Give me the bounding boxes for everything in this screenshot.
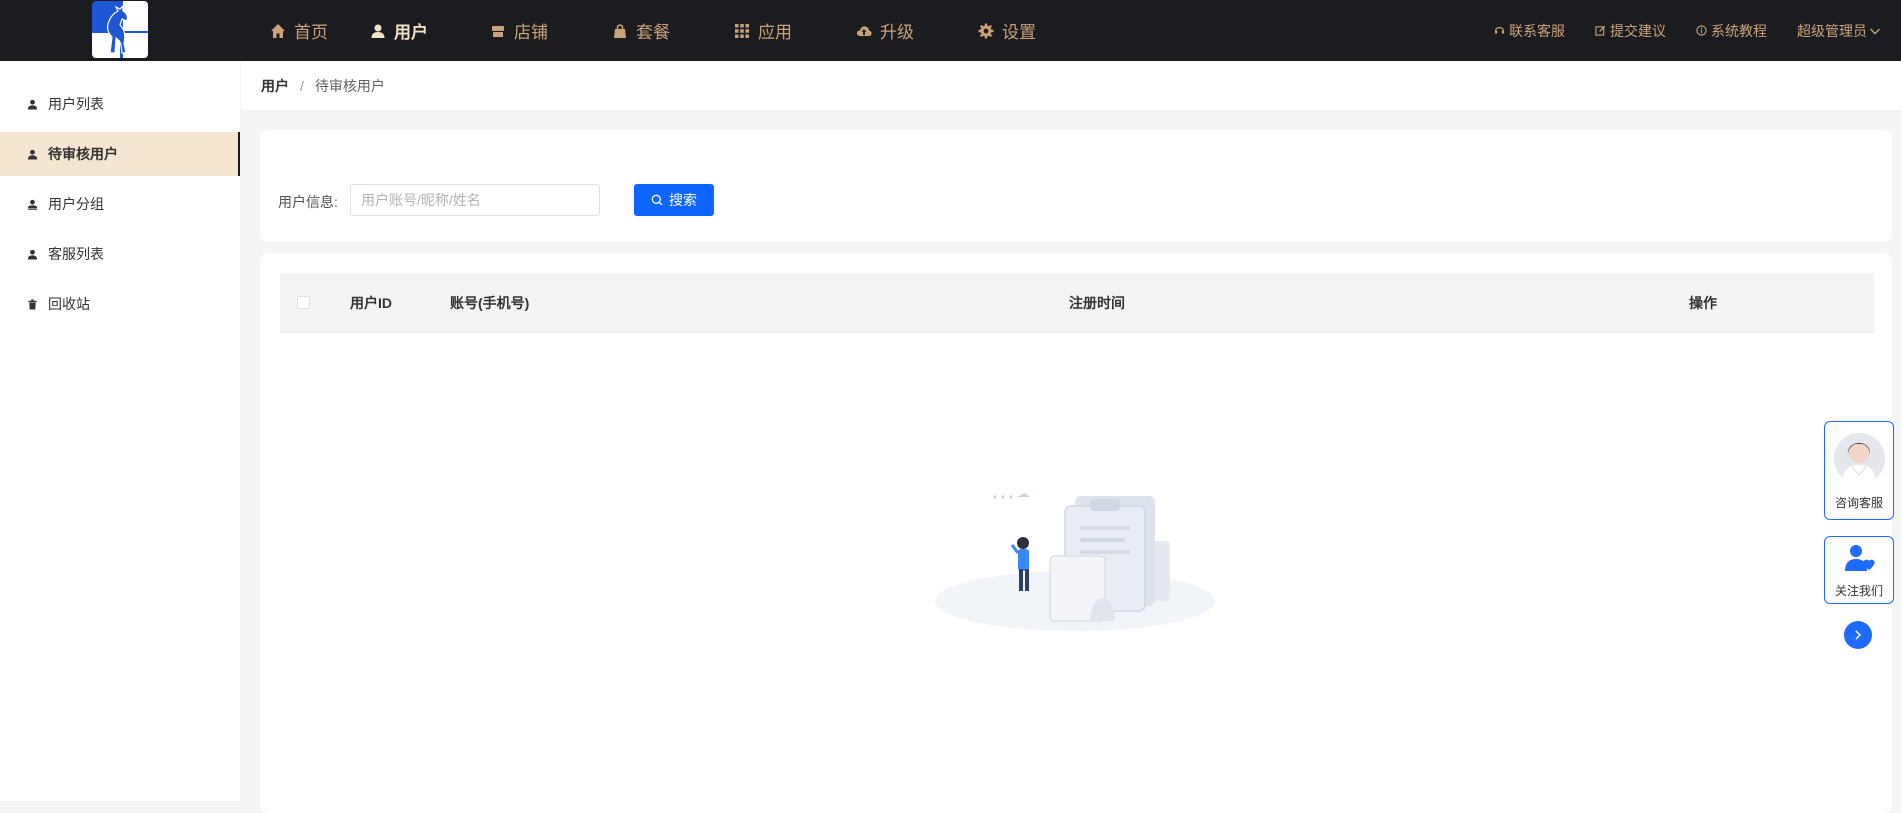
breadcrumb-parent[interactable]: 用户 xyxy=(261,76,289,96)
sidebar-item-user-groups[interactable]: 用户分组 xyxy=(0,182,240,226)
sidebar: 用户列表 待审核用户 用户分组 客服列表 回收站 xyxy=(0,61,240,801)
column-header-account[interactable]: 账号(手机号) xyxy=(450,293,529,313)
main-nav: 首页 用户 店铺 套餐 应用 升级 设置 xyxy=(270,0,1100,61)
consult-support-widget[interactable]: 咨询客服 xyxy=(1824,421,1894,520)
column-header-register-time[interactable]: 注册时间 xyxy=(1069,293,1125,313)
grid-icon xyxy=(735,23,749,38)
logo[interactable] xyxy=(92,1,148,58)
user-icon xyxy=(27,99,38,110)
nav-package[interactable]: 套餐 xyxy=(612,0,734,61)
follow-us-widget[interactable]: 关注我们 xyxy=(1824,536,1894,604)
sidebar-item-user-list[interactable]: 用户列表 xyxy=(0,82,240,126)
chevron-right-icon xyxy=(1855,630,1862,640)
breadcrumb-current: 待审核用户 xyxy=(314,77,385,94)
support-avatar-image xyxy=(1834,433,1885,484)
contact-support-link[interactable]: 联系客服 xyxy=(1494,21,1565,41)
nav-upgrade[interactable]: 升级 xyxy=(856,0,978,61)
user-info-label: 用户信息: xyxy=(278,194,338,210)
sidebar-item-recycle-bin[interactable]: 回收站 xyxy=(0,282,240,326)
nav-apps[interactable]: 应用 xyxy=(734,0,856,61)
nav-upgrade-label: 升级 xyxy=(880,23,914,42)
user-icon xyxy=(27,249,38,260)
nav-apps-label: 应用 xyxy=(758,23,792,42)
nav-home[interactable]: 首页 xyxy=(270,0,370,61)
contact-support-label: 联系客服 xyxy=(1509,22,1565,39)
sidebar-item-label: 待审核用户 xyxy=(48,146,118,162)
sidebar-item-label: 用户分组 xyxy=(48,196,104,212)
nav-users[interactable]: 用户 xyxy=(370,0,490,61)
top-navbar: 首页 用户 店铺 套餐 应用 升级 设置 联系客服 提交建议 系统教程 超级管理… xyxy=(0,0,1901,61)
nav-settings-label: 设置 xyxy=(1002,23,1036,42)
cloud-upload-icon xyxy=(856,25,872,36)
headset-icon xyxy=(1494,27,1505,34)
column-header-user-id[interactable]: 用户ID xyxy=(350,293,392,313)
info-icon xyxy=(1696,25,1707,36)
header-right-links: 联系客服 提交建议 系统教程 超级管理员 xyxy=(1464,0,1881,61)
follow-users-icon xyxy=(1845,545,1875,571)
bag-icon xyxy=(614,23,626,38)
search-button[interactable]: 搜索 xyxy=(634,184,714,216)
collapse-widgets-button[interactable] xyxy=(1844,621,1872,649)
edit-icon xyxy=(1595,25,1606,36)
system-tutorial-link[interactable]: 系统教程 xyxy=(1696,21,1767,41)
admin-label: 超级管理员 xyxy=(1797,22,1867,39)
empty-state-illustration xyxy=(935,493,1215,631)
sidebar-item-label: 回收站 xyxy=(48,296,90,312)
follow-us-label: 关注我们 xyxy=(1834,584,1883,598)
nav-shop-label: 店铺 xyxy=(514,23,548,42)
consult-support-label: 咨询客服 xyxy=(1834,496,1883,510)
breadcrumb: 用户 / 待审核用户 xyxy=(241,61,1901,111)
sidebar-item-pending-users[interactable]: 待审核用户 xyxy=(0,132,240,176)
table-header: 用户ID 账号(手机号) 注册时间 操作 xyxy=(280,273,1874,333)
nav-home-label: 首页 xyxy=(294,23,328,42)
admin-dropdown[interactable]: 超级管理员 xyxy=(1797,21,1881,41)
user-group-icon xyxy=(27,199,38,210)
support-avatar xyxy=(1834,433,1885,484)
gear-icon xyxy=(978,23,994,38)
sidebar-item-label: 用户列表 xyxy=(48,96,104,112)
nav-package-label: 套餐 xyxy=(636,23,670,42)
sidebar-item-label: 客服列表 xyxy=(48,246,104,262)
system-tutorial-label: 系统教程 xyxy=(1711,22,1767,39)
sidebar-item-support-list[interactable]: 客服列表 xyxy=(0,232,240,276)
submit-feedback-link[interactable]: 提交建议 xyxy=(1595,21,1666,41)
user-table: 用户ID 账号(手机号) 注册时间 操作 xyxy=(260,253,1892,813)
column-header-actions: 操作 xyxy=(1689,295,1717,311)
nav-settings[interactable]: 设置 xyxy=(978,0,1100,61)
horse-logo-icon xyxy=(106,4,128,54)
user-info-input[interactable] xyxy=(350,184,600,216)
search-icon xyxy=(651,194,663,206)
search-panel: 用户信息: 搜索 xyxy=(260,130,1892,242)
submit-feedback-label: 提交建议 xyxy=(1610,22,1666,39)
nav-users-label: 用户 xyxy=(394,23,428,42)
shop-icon xyxy=(492,25,504,37)
search-button-label: 搜索 xyxy=(669,192,697,208)
breadcrumb-separator: / xyxy=(300,77,304,94)
select-all-checkbox[interactable] xyxy=(297,296,310,309)
home-icon xyxy=(271,23,285,38)
user-icon xyxy=(371,24,385,38)
user-icon xyxy=(27,149,38,160)
chevron-down-icon xyxy=(1870,28,1880,34)
trash-icon xyxy=(28,298,37,310)
nav-shop[interactable]: 店铺 xyxy=(490,0,612,61)
